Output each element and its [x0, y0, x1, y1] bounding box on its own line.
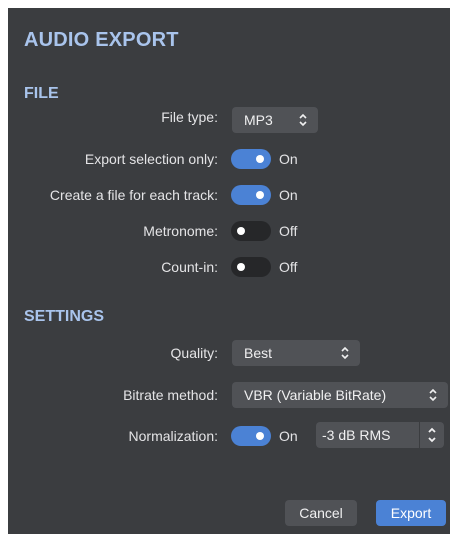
quality-select[interactable]: Best — [232, 340, 360, 366]
file-type-value: MP3 — [244, 112, 273, 128]
export-selection-only-state: On — [279, 151, 298, 167]
toggle-knob — [237, 227, 245, 235]
metronome-state: Off — [279, 223, 298, 239]
chevron-updown-icon — [299, 113, 307, 127]
bitrate-method-select[interactable]: VBR (Variable BitRate) — [232, 382, 448, 408]
normalization-state: On — [279, 428, 298, 444]
normalization-level-stepper[interactable]: -3 dB RMS — [316, 422, 444, 448]
dialog-title: AUDIO EXPORT — [24, 29, 179, 51]
cancel-button[interactable]: Cancel — [285, 500, 357, 526]
file-type-select[interactable]: MP3 — [232, 107, 318, 133]
quality-value: Best — [244, 345, 273, 361]
chevron-updown-icon — [429, 388, 437, 402]
normalization-level-value: -3 dB RMS — [322, 427, 391, 443]
file-type-label: File type: — [161, 109, 218, 125]
metronome-label: Metronome: — [143, 223, 218, 239]
toggle-knob — [237, 263, 245, 271]
normalization-toggle[interactable] — [231, 426, 271, 446]
export-selection-only-label: Export selection only: — [84, 151, 218, 167]
bitrate-method-value: VBR (Variable BitRate) — [244, 387, 387, 403]
count-in-state: Off — [279, 259, 298, 275]
toggle-knob — [256, 432, 264, 440]
metronome-toggle[interactable] — [231, 221, 271, 241]
export-selection-only-toggle[interactable] — [231, 149, 271, 169]
file-per-track-label: Create a file for each track: — [49, 187, 218, 203]
bitrate-method-label: Bitrate method: — [123, 387, 218, 403]
count-in-toggle[interactable] — [231, 257, 271, 277]
stepper-arrows[interactable] — [419, 422, 444, 448]
toggle-knob — [256, 155, 264, 163]
normalization-label: Normalization: — [128, 428, 218, 444]
quality-label: Quality: — [170, 345, 218, 361]
toggle-knob — [256, 191, 264, 199]
count-in-label: Count-in: — [161, 259, 218, 275]
stepper-updown-icon — [428, 427, 436, 443]
chevron-updown-icon — [341, 346, 349, 360]
audio-export-dialog: AUDIO EXPORT FILE File type: MP3 Export … — [8, 8, 450, 534]
file-per-track-toggle[interactable] — [231, 185, 271, 205]
file-per-track-state: On — [279, 187, 298, 203]
settings-section-heading: SETTINGS — [24, 308, 105, 325]
file-section-heading: FILE — [24, 85, 59, 102]
export-button[interactable]: Export — [376, 500, 446, 526]
